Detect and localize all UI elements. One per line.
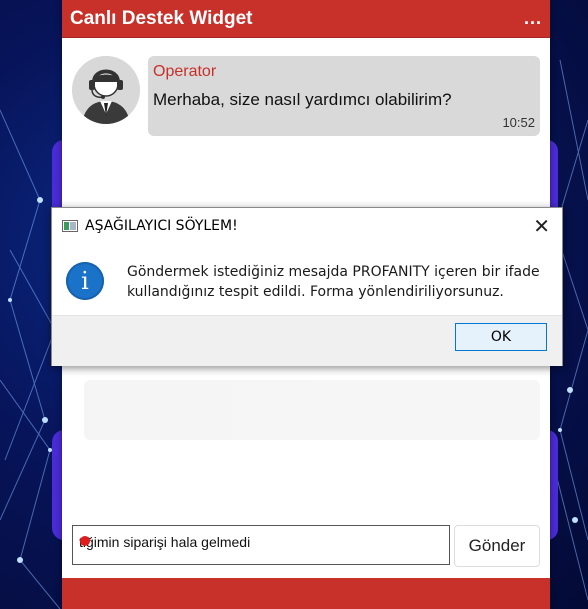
close-icon[interactable]: ✕ bbox=[533, 214, 550, 238]
message-time: 10:52 bbox=[502, 115, 535, 130]
widget-header: Canlı Destek Widget ... bbox=[62, 0, 550, 38]
dialog-title: AŞAĞILAYICI SÖYLEM! bbox=[85, 218, 238, 234]
message-text: Merhaba, size nasıl yardımcı olabilirim? bbox=[153, 90, 452, 109]
window-app-icon bbox=[62, 220, 78, 232]
widget-title: Canlı Destek Widget bbox=[70, 8, 253, 29]
widget-footer bbox=[62, 578, 550, 609]
dialog-titlebar: AŞAĞILAYICI SÖYLEM! ✕ bbox=[52, 208, 562, 244]
red-cursor-marker bbox=[80, 536, 90, 546]
more-menu-button[interactable]: ... bbox=[524, 8, 542, 29]
headset-operator-icon bbox=[72, 56, 140, 124]
info-icon: i bbox=[66, 262, 104, 300]
message-input[interactable]: tiğimin siparişi hala gelmedi bbox=[72, 525, 450, 565]
dialog-message: Göndermek istediğiniz mesajda PROFANITY … bbox=[127, 264, 540, 300]
faded-message-area bbox=[84, 380, 540, 440]
operator-message-bubble: Operator Merhaba, size nasıl yardımcı ol… bbox=[148, 56, 540, 136]
message-input-value: tiğimin siparişi hala gelmedi bbox=[79, 534, 251, 550]
profanity-alert-dialog: AŞAĞILAYICI SÖYLEM! ✕ i Göndermek istedi… bbox=[51, 207, 563, 366]
message-sender: Operator bbox=[153, 63, 217, 80]
ok-button[interactable]: OK bbox=[455, 323, 547, 351]
send-button[interactable]: Gönder bbox=[454, 525, 540, 567]
